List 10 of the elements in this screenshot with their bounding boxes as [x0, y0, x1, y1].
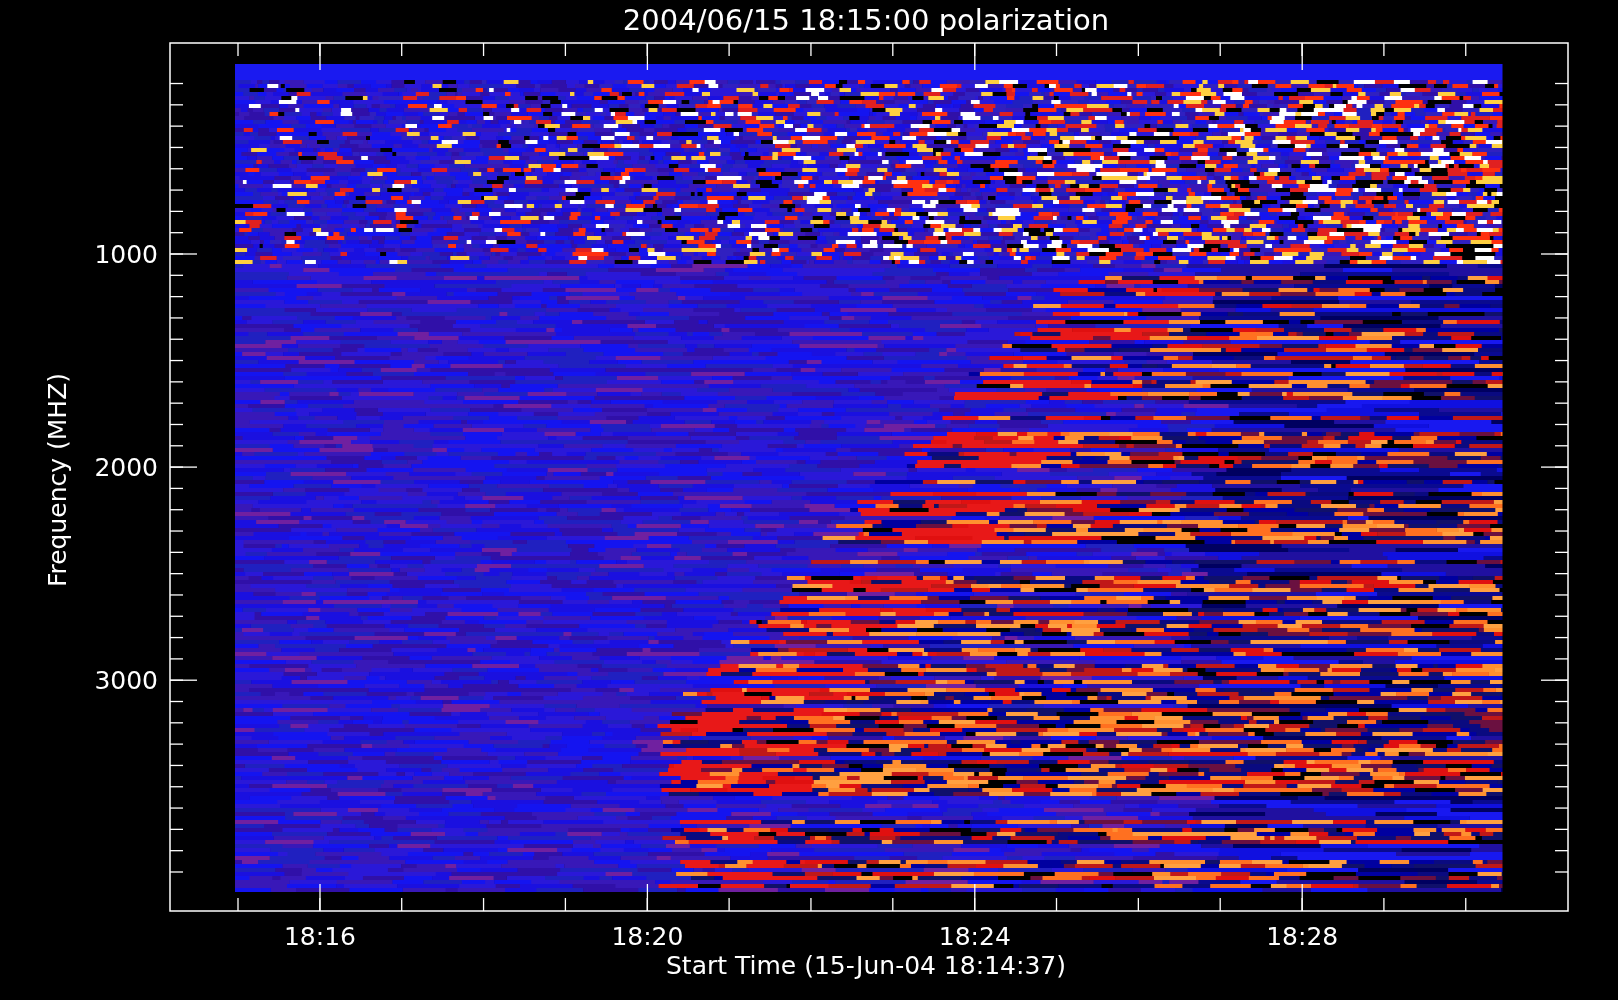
tick-label: 3000 — [94, 666, 158, 696]
tick-label: 18:28 — [1266, 922, 1339, 951]
tick-label: 2000 — [94, 453, 158, 483]
tick-label: 18:16 — [284, 922, 356, 951]
axis-label: Frequency (MHZ) — [43, 372, 72, 588]
chart-title: 2004/06/15 18:15:00 polarization — [622, 3, 1110, 37]
tick-label: 18:20 — [611, 922, 684, 951]
axis-label: Start Time (15-Jun-04 18:14:37) — [666, 951, 1066, 980]
tick-label: 18:24 — [938, 922, 1011, 951]
tick-label: 1000 — [94, 240, 158, 269]
